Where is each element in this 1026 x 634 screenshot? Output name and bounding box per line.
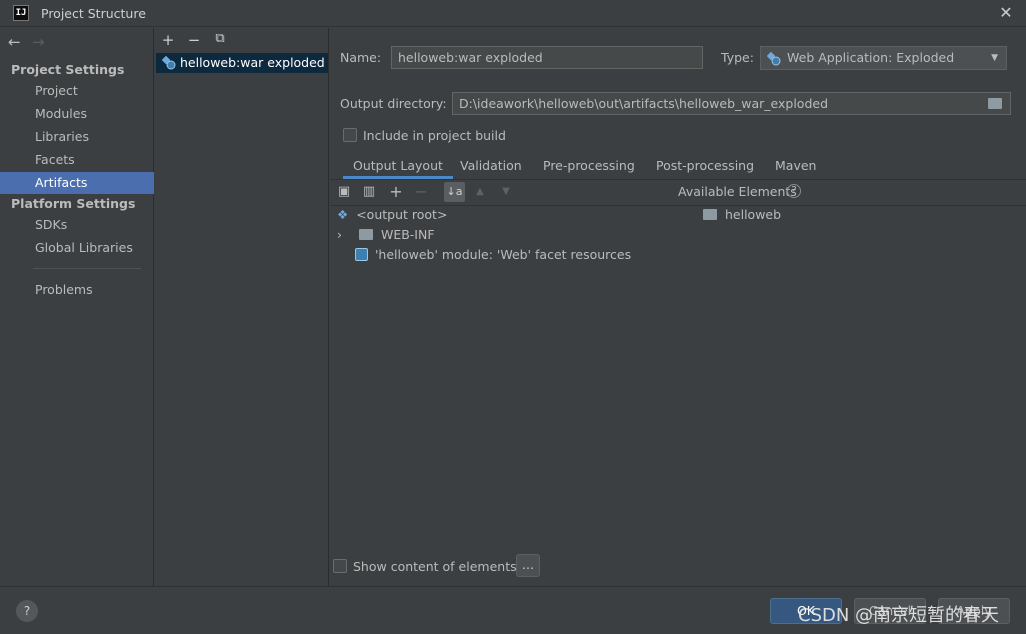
- tree-row-label: 'helloweb' module: 'Web' facet resources: [374, 247, 632, 262]
- create-directory-button[interactable]: ▣: [335, 184, 353, 200]
- show-content-checkbox[interactable]: [333, 559, 347, 573]
- add-artifact-button[interactable]: +: [159, 31, 177, 49]
- sidebar-item-problems[interactable]: Problems: [0, 279, 154, 301]
- sidebar-item-facets[interactable]: Facets: [0, 149, 154, 171]
- web-facet-icon: [355, 248, 368, 261]
- sort-elements-button[interactable]: ↓a: [444, 182, 465, 202]
- tab-maven[interactable]: Maven: [775, 157, 816, 179]
- sidebar-item-artifacts[interactable]: Artifacts: [0, 172, 154, 194]
- tree-row-output-root[interactable]: ❖ <output root>: [337, 205, 447, 225]
- sidebar-item-libraries[interactable]: Libraries: [0, 126, 154, 148]
- move-up-button[interactable]: ▲: [471, 184, 489, 200]
- help-icon[interactable]: ?: [787, 184, 801, 198]
- add-element-button[interactable]: +: [387, 184, 405, 200]
- platform-settings-header: Platform Settings: [11, 196, 136, 211]
- csdn-watermark: CSDN @南京短暂的春天: [798, 605, 1000, 626]
- type-label: Type:: [721, 50, 754, 65]
- sidebar-item-global-libraries[interactable]: Global Libraries: [0, 237, 154, 259]
- browse-folder-icon[interactable]: [988, 98, 1002, 109]
- include-in-build-label: Include in project build: [363, 128, 506, 143]
- tab-post-processing[interactable]: Post-processing: [656, 157, 754, 179]
- web-artifact-icon: [766, 51, 781, 73]
- folder-icon: [358, 229, 373, 240]
- show-content-label: Show content of elements: [353, 559, 517, 574]
- include-in-build-checkbox[interactable]: [343, 128, 357, 142]
- available-element-helloweb[interactable]: helloweb: [703, 205, 781, 225]
- title-bar: [0, 0, 1026, 27]
- web-artifact-icon: [161, 55, 176, 76]
- project-settings-header: Project Settings: [11, 62, 125, 77]
- intellij-logo-icon: IJ: [13, 5, 29, 21]
- output-directory-value: D:\ideawork\helloweb\out\artifacts\hello…: [459, 96, 829, 111]
- artifact-type-value: Web Application: Exploded: [787, 50, 955, 65]
- tree-row-label: WEB-INF: [380, 227, 435, 242]
- artifact-type-select[interactable]: Web Application: Exploded ▼: [760, 46, 1007, 70]
- sidebar-item-sdks[interactable]: SDKs: [0, 214, 154, 236]
- tab-validation[interactable]: Validation: [460, 157, 522, 179]
- artifact-list-item[interactable]: helloweb:war exploded: [156, 53, 328, 73]
- nav-arrows: ← →: [8, 33, 56, 51]
- chevron-right-icon[interactable]: ›: [337, 225, 355, 245]
- artifact-name-input[interactable]: helloweb:war exploded: [391, 46, 703, 69]
- close-window-button[interactable]: ✕: [996, 3, 1016, 23]
- sidebar-item-project[interactable]: Project: [0, 80, 154, 102]
- module-folder-icon: [703, 209, 717, 220]
- forward-arrow-icon[interactable]: →: [32, 33, 56, 51]
- tree-row-label: <output root>: [356, 207, 448, 222]
- show-content-options-button[interactable]: ...: [516, 554, 540, 577]
- create-archive-button[interactable]: ▥: [360, 184, 378, 200]
- artifact-list-item-label: helloweb:war exploded: [180, 55, 325, 70]
- tab-pre-processing[interactable]: Pre-processing: [543, 157, 635, 179]
- help-button[interactable]: ?: [16, 600, 38, 622]
- output-root-icon: ❖: [337, 207, 349, 222]
- name-label: Name:: [340, 50, 382, 65]
- window-title: Project Structure: [41, 6, 146, 21]
- tree-row-web-inf[interactable]: › WEB-INF: [337, 225, 435, 245]
- tree-row-facet-resources[interactable]: 'helloweb' module: 'Web' facet resources: [355, 245, 631, 265]
- tab-output-layout[interactable]: Output Layout: [343, 157, 453, 179]
- output-directory-input[interactable]: D:\ideawork\helloweb\out\artifacts\hello…: [452, 92, 1011, 115]
- artifact-list-panel: [155, 28, 329, 586]
- remove-element-button[interactable]: −: [412, 184, 430, 200]
- output-directory-label: Output directory:: [340, 96, 447, 111]
- footer-separator: [0, 586, 1026, 587]
- available-elements-label: Available Elements: [678, 184, 797, 199]
- back-arrow-icon[interactable]: ←: [8, 33, 32, 51]
- chevron-down-icon: ▼: [991, 53, 998, 63]
- copy-artifact-button[interactable]: ⧉: [211, 31, 229, 46]
- move-down-button[interactable]: ▼: [497, 184, 515, 200]
- available-element-label: helloweb: [724, 207, 782, 222]
- sidebar-divider: [33, 268, 141, 269]
- sidebar-item-modules[interactable]: Modules: [0, 103, 154, 125]
- remove-artifact-button[interactable]: −: [185, 31, 203, 49]
